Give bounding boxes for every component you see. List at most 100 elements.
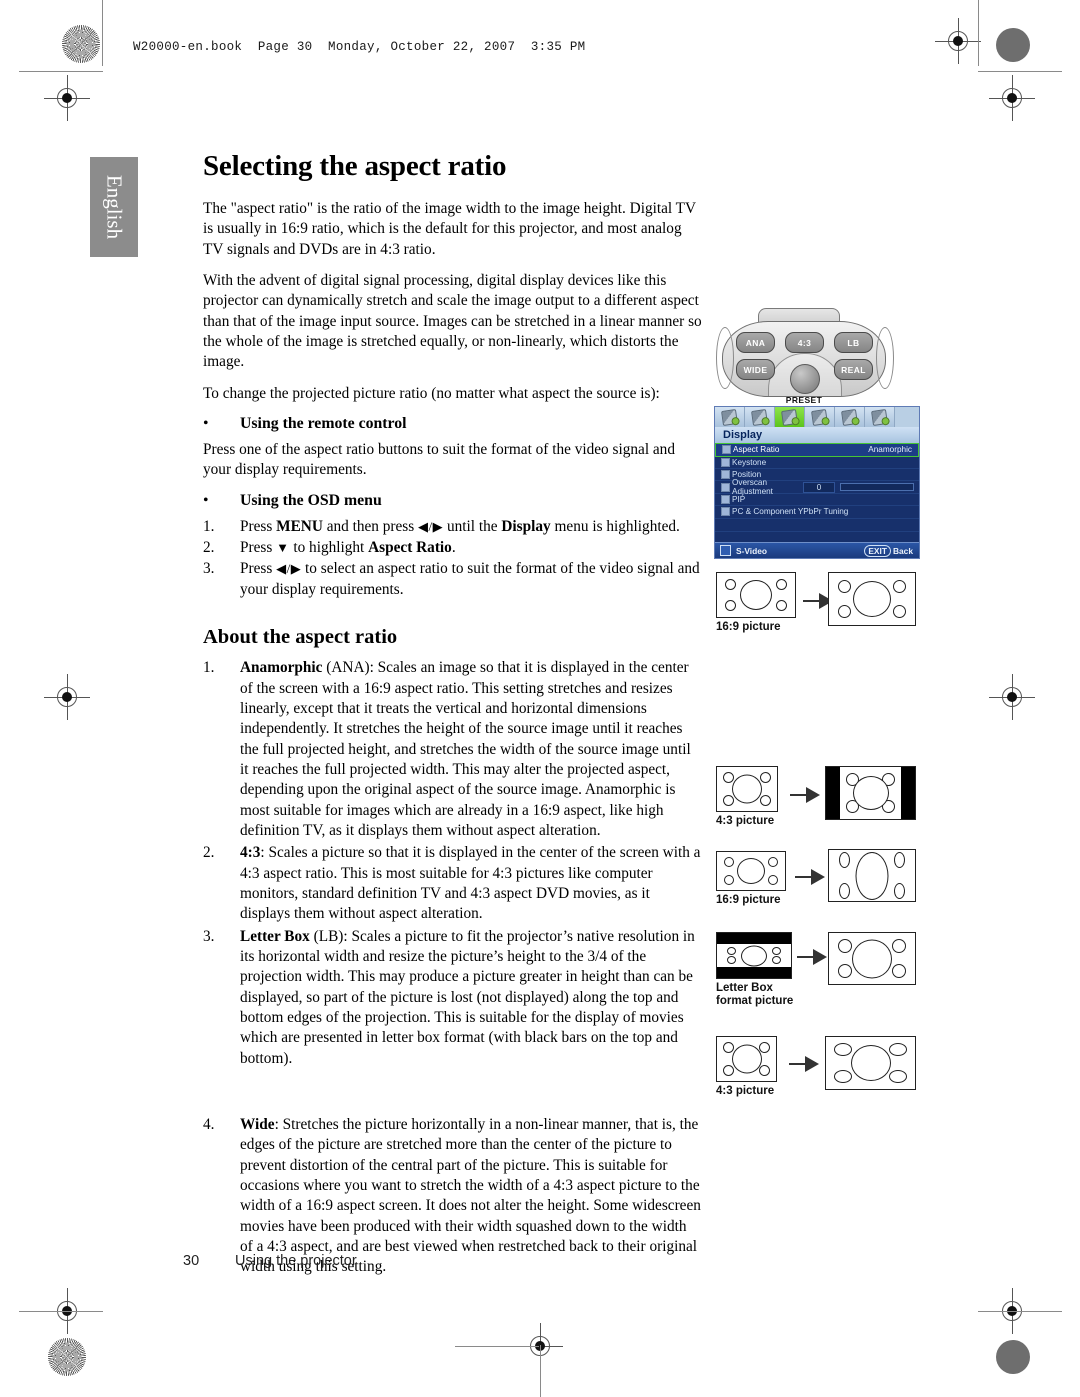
- step-text: Press MENU and then press ◀/▶ until the …: [240, 517, 703, 537]
- corner-ellipse: [834, 1043, 852, 1056]
- osd-step-2: 2. Press ▼ to highlight Aspect Ratio.: [203, 538, 703, 558]
- intro-paragraph-1: The "aspect ratio" is the ratio of the i…: [203, 200, 696, 258]
- bullet-glyph: •: [203, 491, 209, 509]
- osd-row-keystone: Keystone: [715, 457, 919, 469]
- corner-ellipse: [839, 852, 850, 868]
- picture-icon: [721, 408, 738, 426]
- keystone-icon: [719, 457, 732, 467]
- item-body: : Scales a picture to fit the projector’…: [240, 927, 695, 1067]
- osd-menu-title: Display: [715, 427, 919, 443]
- about-item-letter-box: 3. Letter Box (LB): Scales a picture to …: [203, 927, 703, 1069]
- aspect-ratio-icon: [720, 445, 733, 455]
- step-tail: .: [451, 539, 456, 557]
- step-text: Press ▼ to highlight Aspect Ratio.: [240, 538, 703, 558]
- corner-ellipse: [768, 857, 778, 867]
- remote-section-heading: • Using the remote control: [203, 415, 703, 433]
- language-tab: English: [90, 157, 138, 257]
- diagram-caption: 16:9 picture: [716, 621, 781, 633]
- step-tail: menu is highlighted.: [550, 517, 680, 535]
- diagram-arrow-letterbox-source: [795, 869, 825, 885]
- item-term-bold: Letter Box: [240, 927, 310, 945]
- arrow-tail: [790, 794, 806, 796]
- corner-ellipse: [838, 939, 852, 953]
- step-post: to highlight: [289, 539, 369, 557]
- center-ellipse: [850, 1045, 891, 1081]
- bullet-glyph: •: [203, 415, 209, 433]
- corner-ellipse: [725, 579, 736, 590]
- about-item-four-three: 2. 4:3: Scales a picture so that it is d…: [203, 843, 703, 924]
- item-body: : Stretches the picture horizontally in …: [240, 1116, 701, 1276]
- about-heading: About the aspect ratio: [203, 626, 398, 649]
- corner-ellipse: [760, 795, 771, 806]
- step-pre: Press: [240, 560, 277, 578]
- starburst-mark-top-left: [62, 25, 100, 63]
- osd-section-heading: • Using the OSD menu: [203, 492, 703, 510]
- remote-button-ana: ANA: [736, 332, 775, 353]
- remote-left-contour: [716, 327, 734, 389]
- remote-section-text: Press one of the aspect ratio buttons to…: [203, 441, 675, 479]
- arrow-tail: [795, 876, 811, 878]
- remote-button-4-3: 4:3: [785, 332, 824, 353]
- registration-mark-middle-left: [44, 674, 90, 720]
- osd-row-value: Anamorphic: [868, 445, 912, 455]
- arrow-tail: [789, 1063, 805, 1065]
- osd-steps-list: 1. Press MENU and then press ◀/▶ until t…: [203, 517, 703, 600]
- diagram-source-frame: [716, 766, 778, 812]
- corner-ellipse: [768, 875, 778, 885]
- osd-row-value: 0: [803, 481, 835, 493]
- crop-rule-top-right-horizontal: [978, 71, 1062, 72]
- diagram-four-three: 4:3 picture: [716, 766, 778, 828]
- corner-ellipse: [893, 605, 906, 618]
- remote-preset-knob: [790, 364, 820, 394]
- diagram-letterbox-result: [828, 932, 916, 985]
- registration-mark-middle-right: [989, 674, 1035, 720]
- diagram-arrow-four-three: [790, 787, 820, 803]
- remote-control-illustration: ANA 4:3 LB WIDE REAL PRESET: [714, 307, 894, 412]
- diagram-caption: 16:9 picture: [716, 894, 781, 906]
- corner-ellipse: [889, 1043, 907, 1056]
- crop-rule-left-vertical: [102, 0, 103, 66]
- letterbox-bottom-bar: [717, 967, 791, 978]
- gray-dot-mark-bottom-right: [996, 1340, 1030, 1374]
- crop-rule-top-left-horizontal: [19, 71, 103, 72]
- diagram-caption: 4:3 picture: [716, 815, 775, 827]
- center-ellipse: [732, 774, 762, 804]
- center-ellipse: [852, 776, 889, 810]
- item-term-rest: (ANA): [322, 659, 370, 677]
- item-text: 4:3: Scales a picture so that it is disp…: [240, 843, 703, 924]
- about-items-list: 1. Anamorphic (ANA): Scales an image so …: [203, 658, 703, 1278]
- center-ellipse: [741, 945, 767, 966]
- corner-ellipse: [776, 579, 787, 590]
- center-ellipse: [855, 851, 889, 900]
- starburst-mark-bottom-left: [48, 1338, 86, 1376]
- content-column: Selecting the aspect ratio The "aspect r…: [203, 150, 703, 1280]
- step-pre: Press: [240, 539, 277, 557]
- step-post: to select an aspect ratio to suit the fo…: [240, 560, 700, 598]
- corner-ellipse: [894, 852, 905, 868]
- item-number: 3.: [203, 927, 215, 945]
- crop-rule-bottom-center-horizontal: [455, 1346, 539, 1347]
- diagram-letterbox: Letter Box format picture: [716, 932, 793, 1009]
- corner-ellipse: [725, 600, 736, 611]
- step-bold-menu: MENU: [276, 517, 323, 535]
- corner-ellipse: [723, 795, 734, 806]
- diagram-source-frame: [716, 932, 792, 979]
- remote-button-wide: WIDE: [736, 359, 775, 380]
- step-pre: Press: [240, 517, 277, 535]
- remote-button-lb: LB: [834, 332, 873, 353]
- overscan-icon: [719, 482, 732, 492]
- diagram-caption: 4:3 picture: [716, 1085, 775, 1097]
- picture-advanced-icon: [751, 408, 768, 426]
- osd-tab-system-setup: [805, 407, 835, 427]
- osd-blank-row: [715, 519, 919, 532]
- corner-ellipse: [838, 605, 851, 618]
- osd-menu-rows: Aspect Ratio Anamorphic Keystone Positio…: [715, 443, 919, 546]
- running-header: W20000-en.book Page 30 Monday, October 2…: [133, 40, 586, 54]
- tuning-icon: [719, 507, 732, 517]
- corner-ellipse: [838, 964, 852, 978]
- item-body: : Scales an image so that it is displaye…: [240, 659, 691, 839]
- diagram-anamorphic-result: [828, 572, 916, 626]
- corner-ellipse: [838, 580, 851, 593]
- diagram-caption: Letter Box format picture: [716, 982, 794, 1008]
- item-term-bold: Anamorphic: [240, 659, 323, 677]
